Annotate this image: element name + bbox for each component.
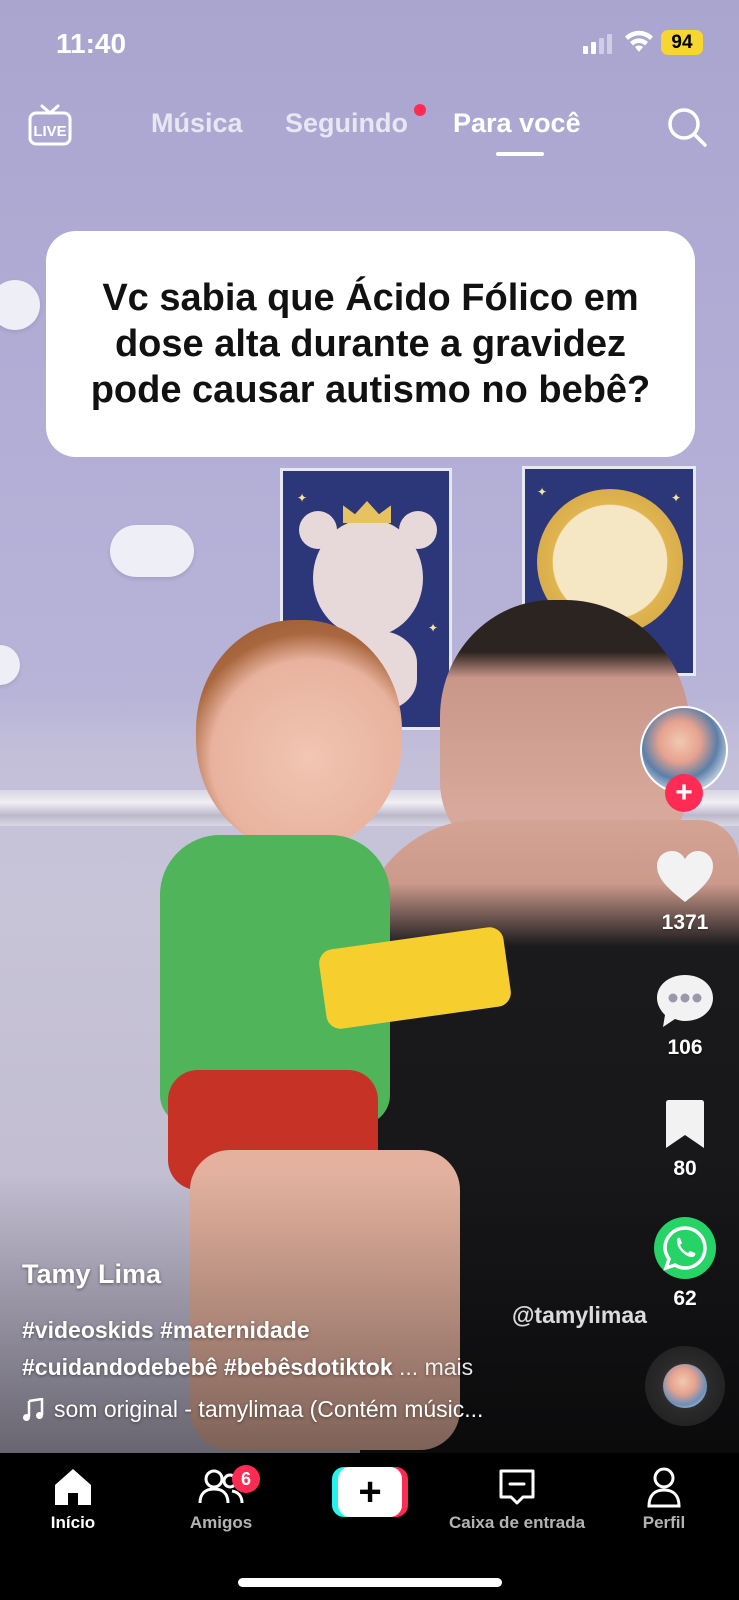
comment-icon bbox=[657, 975, 713, 1027]
tab-friends[interactable]: Amigos 6 bbox=[146, 1463, 296, 1533]
battery-indicator: 94 bbox=[661, 30, 703, 55]
comment-button[interactable]: 106 bbox=[640, 973, 730, 1060]
share-button[interactable]: 62 bbox=[640, 1216, 730, 1311]
svg-text:LIVE: LIVE bbox=[33, 123, 66, 140]
create-button[interactable]: + bbox=[332, 1467, 408, 1517]
tab-profile-label: Perfil bbox=[642, 1513, 686, 1532]
caption-text: Vc sabia que Ácido Fólico em dose alta d… bbox=[90, 277, 651, 411]
tab-inbox[interactable]: Caixa de entrada bbox=[442, 1463, 592, 1533]
profile-icon bbox=[647, 1467, 681, 1508]
status-time: 11:40 bbox=[56, 28, 127, 59]
status-bar: 11:40 94 bbox=[0, 0, 739, 90]
save-count: 80 bbox=[673, 1157, 697, 1180]
hashtags: #cuidandodebebê #bebêsdotiktok bbox=[22, 1354, 393, 1380]
tab-friends-label: Amigos bbox=[189, 1513, 253, 1532]
tab-profile[interactable]: Perfil bbox=[589, 1463, 739, 1533]
whatsapp-icon bbox=[654, 1217, 716, 1279]
home-icon bbox=[55, 1469, 91, 1505]
friends-badge: 6 bbox=[232, 1465, 260, 1493]
sound-disc[interactable] bbox=[645, 1346, 725, 1426]
music-note-icon bbox=[23, 1397, 44, 1421]
author-name[interactable]: Tamy Lima bbox=[22, 1259, 161, 1290]
sound-cover bbox=[663, 1364, 707, 1408]
like-button[interactable]: 1371 bbox=[640, 850, 730, 935]
bookmark-icon bbox=[666, 1100, 704, 1148]
video-player[interactable]: ✦ ✦ ✦ ✦ ✦ ✦ bbox=[0, 0, 739, 1453]
tab-musica[interactable]: Música bbox=[151, 108, 243, 139]
description-line: #cuidandodebebê #bebêsdotiktok ... mais bbox=[22, 1349, 473, 1386]
inbox-icon bbox=[499, 1469, 535, 1505]
tab-seguindo[interactable]: Seguindo bbox=[285, 108, 408, 139]
more-link[interactable]: ... mais bbox=[399, 1354, 473, 1380]
live-icon[interactable]: LIVE bbox=[28, 104, 72, 146]
home-indicator[interactable] bbox=[238, 1578, 502, 1587]
signal-icon bbox=[583, 32, 612, 54]
tab-home-label: Início bbox=[50, 1513, 96, 1532]
video-caption-overlay: Vc sabia que Ácido Fólico em dose alta d… bbox=[46, 231, 695, 457]
save-button[interactable]: 80 bbox=[640, 1098, 730, 1181]
share-count: 62 bbox=[673, 1287, 697, 1310]
video-watermark: @tamylimaa bbox=[512, 1302, 647, 1328]
follow-button[interactable]: + bbox=[665, 774, 703, 812]
search-icon[interactable] bbox=[666, 106, 708, 148]
active-tab-indicator bbox=[496, 152, 544, 156]
child-head bbox=[196, 620, 402, 850]
sound-name: som original - tamylimaa (Contém músic..… bbox=[54, 1396, 484, 1422]
plus-icon: + bbox=[338, 1467, 402, 1517]
creator-avatar[interactable]: + bbox=[640, 706, 728, 812]
tab-para-voce[interactable]: Para você bbox=[453, 108, 581, 139]
comment-count: 106 bbox=[667, 1036, 703, 1059]
wifi-icon bbox=[625, 30, 653, 52]
top-nav: LIVE Música Seguindo Para você bbox=[0, 100, 739, 160]
tab-inbox-label: Caixa de entrada bbox=[448, 1513, 586, 1532]
wall-cloud bbox=[0, 280, 40, 330]
notification-dot bbox=[414, 104, 426, 116]
wall-cloud bbox=[0, 645, 20, 685]
tab-home[interactable]: Início bbox=[0, 1463, 148, 1533]
heart-icon bbox=[657, 851, 713, 902]
wall-cloud bbox=[110, 525, 194, 577]
like-count: 1371 bbox=[661, 911, 709, 934]
description-line: #videoskids #maternidade bbox=[22, 1317, 310, 1343]
post-description[interactable]: #videoskids #maternidade #cuidandodebebê… bbox=[22, 1312, 473, 1386]
sound-label[interactable]: som original - tamylimaa (Contém músic..… bbox=[22, 1396, 483, 1423]
